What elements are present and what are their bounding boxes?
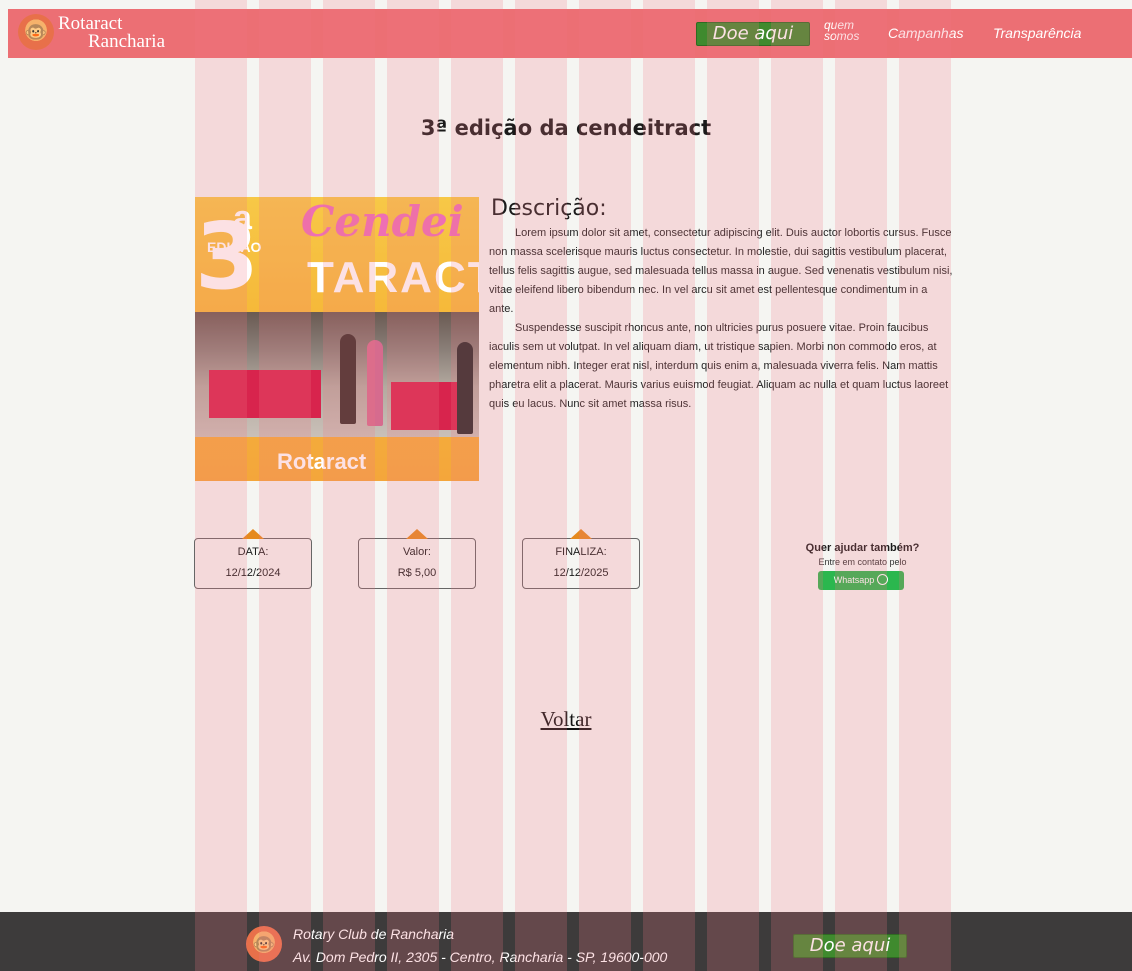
- page-title: 3ª edição da cendeitract: [420, 116, 712, 140]
- grid-column: [515, 0, 567, 971]
- grid-column: [323, 0, 375, 971]
- site-header: 🐵 Rotaract Rancharia Doe aqui quem somos…: [8, 9, 1132, 58]
- footer-donate-button[interactable]: Doe aqui: [793, 934, 907, 958]
- footer-org-name: Rotary Club de Rancharia: [293, 926, 455, 942]
- info-box-data: DATA: 12/12/2024: [194, 529, 312, 589]
- grid-column: [835, 0, 887, 971]
- event-photo: [195, 312, 479, 437]
- help-subtitle: Entre em contato pelo: [818, 557, 907, 567]
- photo-person: [340, 334, 356, 424]
- site-footer: 🐵 Rotary Club de Rancharia Av. Dom Pedro…: [0, 912, 1132, 971]
- nav-item-quem-somos[interactable]: quem somos: [824, 19, 884, 43]
- grid-column: [195, 0, 247, 971]
- info-value: 12/12/2024: [225, 567, 281, 579]
- info-value: 12/12/2025: [553, 567, 609, 579]
- grid-column: [643, 0, 695, 971]
- whatsapp-icon: [877, 574, 889, 585]
- grid-column: [579, 0, 631, 971]
- info-label: FINALIZA:: [555, 546, 607, 558]
- donate-button[interactable]: Doe aqui: [696, 22, 810, 46]
- image-text-brand: Rotaract: [277, 449, 367, 474]
- image-text-a: a: [233, 199, 252, 237]
- info-label: Valor:: [403, 546, 431, 558]
- nav-quem-line-2: somos: [824, 29, 860, 43]
- nav-item-transparencia[interactable]: Transparência: [993, 25, 1081, 41]
- grid-column: [451, 0, 503, 971]
- description-title: Descrição:: [491, 196, 607, 221]
- description-paragraph-2: Suspendesse suscipit rhoncus ante, non u…: [489, 322, 949, 410]
- help-title: Quer ajudar também?: [805, 542, 920, 554]
- whatsapp-button[interactable]: Whatsapp: [818, 571, 904, 590]
- grid-column: [387, 0, 439, 971]
- monkey-mascot-icon[interactable]: 🐵: [18, 14, 54, 50]
- image-text-cendei: Cendei: [301, 197, 464, 246]
- nav-item-campanhas[interactable]: Campanhas: [888, 25, 964, 41]
- event-image: 3 a EDIÇÃO Cendei TARACT Rotaract: [195, 197, 479, 481]
- monkey-mascot-icon: 🐵: [246, 926, 282, 962]
- triangle-marker-icon: [570, 529, 592, 539]
- footer-address: Av. Dom Pedro II, 2305 - Centro, Ranchar…: [293, 949, 668, 965]
- photo-table-left: [209, 370, 321, 418]
- photo-table-right: [391, 382, 461, 430]
- photo-person: [367, 340, 383, 426]
- info-value: R$ 5,00: [397, 567, 437, 579]
- info-label: DATA:: [237, 546, 269, 558]
- image-text-taract: TARACT: [307, 253, 479, 302]
- info-box-valor: Valor: R$ 5,00: [358, 529, 476, 589]
- description-body: Lorem ipsum dolor sit amet, consectetur …: [489, 224, 953, 414]
- grid-column: [899, 0, 951, 971]
- triangle-marker-icon: [242, 529, 264, 539]
- description-paragraph-1: Lorem ipsum dolor sit amet, consectetur …: [489, 227, 953, 315]
- logo-line-2: Rancharia: [88, 31, 166, 52]
- grid-column: [259, 0, 311, 971]
- image-text-edicao: EDIÇÃO: [207, 239, 262, 255]
- back-link[interactable]: Voltar: [0, 707, 1132, 732]
- photo-person: [457, 342, 473, 434]
- grid-column: [707, 0, 759, 971]
- layout-grid-overlay: [0, 0, 1132, 971]
- site-logo-text[interactable]: Rotaract Rancharia: [58, 14, 166, 52]
- info-box-finaliza: FINALIZA: 12/12/2025: [522, 529, 640, 589]
- whatsapp-label: Whatsapp: [833, 575, 875, 585]
- grid-column: [771, 0, 823, 971]
- triangle-marker-icon: [406, 529, 428, 539]
